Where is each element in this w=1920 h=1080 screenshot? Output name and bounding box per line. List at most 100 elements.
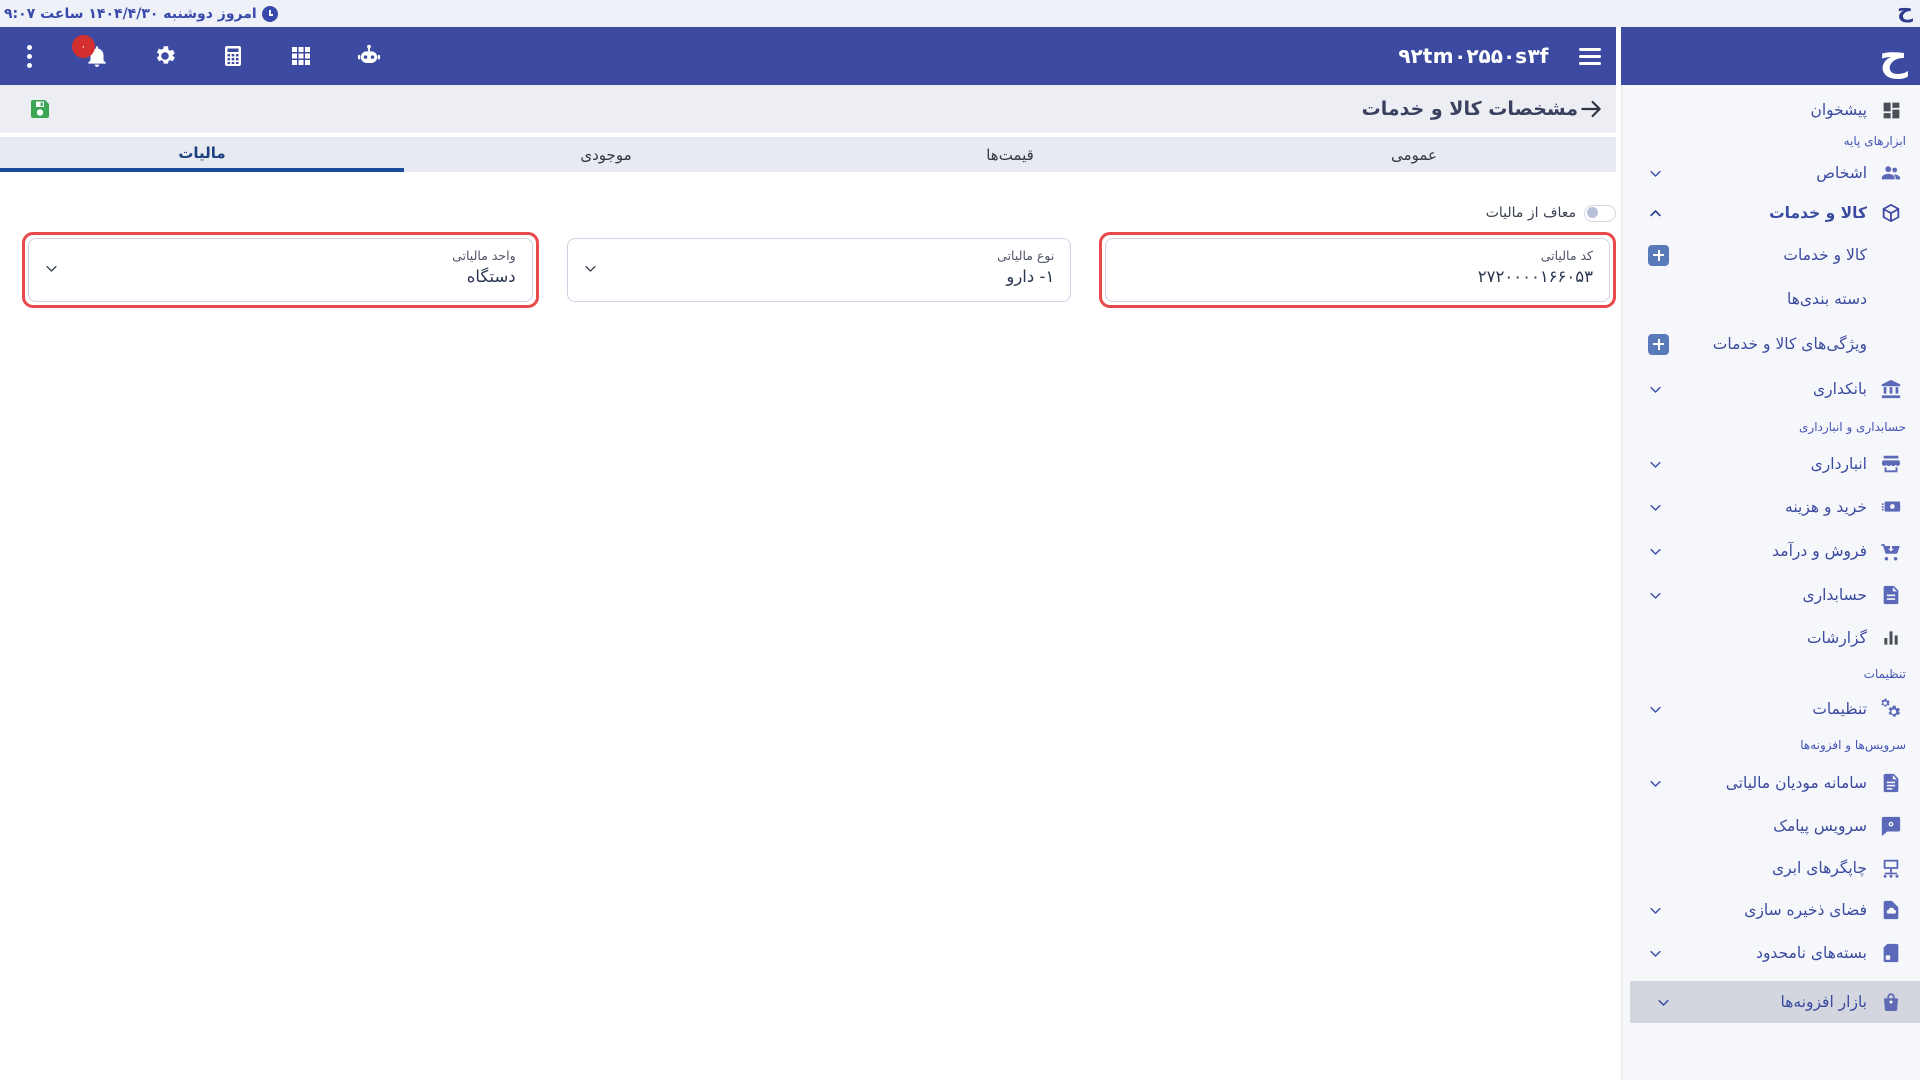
tax-type-label: نوع مالیاتی xyxy=(612,248,1055,263)
tax-type-value: ۱- دارو xyxy=(612,267,1055,286)
chevron-down-icon[interactable] xyxy=(1648,457,1663,472)
chevron-down-icon[interactable] xyxy=(1648,166,1663,181)
sidebar-subitem-goods-services[interactable]: کالا و خدمات xyxy=(1622,233,1920,277)
sidebar-item-tax-payer-system[interactable]: سامانه مودیان مالیاتی xyxy=(1622,761,1920,805)
today-datetime: امروز دوشنبه ۱۴۰۴/۴/۳۰ ساعت ۹:۰۷ xyxy=(4,0,278,27)
sidebar-item-sales-income[interactable]: فروش و درآمد xyxy=(1622,529,1920,573)
sidebar-subitem-goods-attributes[interactable]: ویژگی‌های کالا و خدمات xyxy=(1622,321,1920,367)
tax-unit-label: واحد مالیاتی xyxy=(73,248,516,263)
sidebar-section-settings: تنظیمات xyxy=(1622,659,1920,689)
add-attribute-button[interactable] xyxy=(1648,334,1669,355)
main-area: مشخصات کالا و خدمات عمومی قیمت‌ها موجودی… xyxy=(0,85,1616,1080)
bar-chart-icon xyxy=(1880,627,1902,649)
tab-inventory[interactable]: موجودی xyxy=(404,137,808,172)
hamburger-menu-icon[interactable] xyxy=(1579,48,1601,65)
sidebar-item-sms-service[interactable]: سرویس پیامک xyxy=(1622,805,1920,847)
chevron-down-icon xyxy=(44,261,59,280)
save-button[interactable] xyxy=(28,97,52,121)
sidebar-item-dashboard[interactable]: پیشخوان xyxy=(1622,91,1920,129)
page-title: مشخصات کالا و خدمات xyxy=(1362,98,1578,120)
chevron-down-icon[interactable] xyxy=(1648,588,1663,603)
tax-unit-value: دستگاه xyxy=(73,267,516,286)
clock-icon xyxy=(262,6,278,22)
notification-badge: ۰ xyxy=(72,35,95,58)
tax-type-select[interactable]: نوع مالیاتی ۱- دارو xyxy=(567,238,1072,302)
app-bar: ۹۲tm۰۲۵۵۰s۳f ۰ xyxy=(0,27,1920,85)
sidebar-item-storage-space[interactable]: فضای ذخیره سازی xyxy=(1622,889,1920,931)
bank-icon xyxy=(1880,378,1902,400)
brand-logo-small: ح xyxy=(1897,0,1913,23)
tax-code-value: ۲۷۲۰۰۰۰۱۶۶۰۵۳ xyxy=(1122,267,1593,286)
sidebar-item-goods-services[interactable]: کالا و خدمات xyxy=(1622,193,1920,233)
calculator-icon[interactable] xyxy=(218,39,248,73)
chevron-down-icon[interactable] xyxy=(1648,702,1663,717)
today-datetime-text: امروز دوشنبه ۱۴۰۴/۴/۳۰ ساعت ۹:۰۷ xyxy=(4,6,257,22)
chevron-down-icon[interactable] xyxy=(1648,544,1663,559)
tab-general[interactable]: عمومی xyxy=(1212,137,1616,172)
apps-grid-icon[interactable] xyxy=(286,39,316,73)
chevron-down-icon[interactable] xyxy=(1648,946,1663,961)
app-bar-divider xyxy=(1616,27,1621,85)
chevron-down-icon[interactable] xyxy=(1656,995,1671,1010)
chevron-down-icon[interactable] xyxy=(1648,500,1663,515)
tax-exempt-toggle[interactable] xyxy=(1584,205,1616,222)
sidebar-item-unlimited-packages[interactable]: بسته‌های نامحدود xyxy=(1622,931,1920,975)
tax-fields-row: کد مالیاتی ۲۷۲۰۰۰۰۱۶۶۰۵۳ نوع مالیاتی ۱- … xyxy=(22,232,1616,308)
highlight-ring-tax-code: کد مالیاتی ۲۷۲۰۰۰۰۱۶۶۰۵۳ xyxy=(1099,232,1616,308)
add-goods-button[interactable] xyxy=(1648,245,1669,266)
tax-code-label: کد مالیاتی xyxy=(1122,248,1593,263)
package-icon xyxy=(1880,942,1902,964)
cash-icon xyxy=(1880,496,1902,518)
device-id-text: ۹۲tm۰۲۵۵۰s۳f xyxy=(1398,44,1549,68)
sidebar: پیشخوان ابزارهای پایه اشخاص کالا و خدمات… xyxy=(1621,85,1920,1080)
top-status-strip: امروز دوشنبه ۱۴۰۴/۴/۳۰ ساعت ۹:۰۷ ح xyxy=(0,0,1920,27)
store-icon xyxy=(1880,453,1902,475)
sidebar-item-reports[interactable]: گزارشات xyxy=(1622,617,1920,659)
notifications-bell-icon[interactable]: ۰ xyxy=(82,39,112,73)
sidebar-item-banking[interactable]: بانکداری xyxy=(1622,367,1920,411)
chevron-down-icon[interactable] xyxy=(1648,382,1663,397)
settings-gear-icon[interactable] xyxy=(150,39,180,73)
kebab-menu-icon[interactable] xyxy=(14,39,44,73)
sidebar-item-addons-market[interactable]: بازار افزونه‌ها xyxy=(1630,981,1920,1023)
people-icon xyxy=(1880,162,1902,184)
tax-exempt-row: معاف از مالیات xyxy=(31,202,1616,224)
dashboard-icon xyxy=(1880,99,1902,121)
sms-icon xyxy=(1880,815,1902,837)
sidebar-section-accounting-inventory: حسابداری و انبارداری xyxy=(1622,411,1920,443)
page-header: مشخصات کالا و خدمات xyxy=(0,85,1616,133)
sidebar-section-basic-tools: ابزارهای پایه xyxy=(1622,129,1920,153)
sidebar-item-accounting[interactable]: حسابداری xyxy=(1622,573,1920,617)
app-bar-icons: ۰ xyxy=(14,27,384,85)
cloud-printer-icon xyxy=(1880,857,1902,879)
tax-tab-content: معاف از مالیات کد مالیاتی ۲۷۲۰۰۰۰۱۶۶۰۵۳ … xyxy=(0,172,1616,308)
chevron-up-icon[interactable] xyxy=(1648,206,1663,221)
tax-code-input[interactable]: کد مالیاتی ۲۷۲۰۰۰۰۱۶۶۰۵۳ xyxy=(1105,238,1610,302)
support-bot-icon[interactable] xyxy=(354,39,384,73)
cart-icon xyxy=(1880,540,1902,562)
back-arrow-icon[interactable] xyxy=(1578,96,1604,122)
chevron-down-icon[interactable] xyxy=(1648,903,1663,918)
tax-type-wrap: نوع مالیاتی ۱- دارو xyxy=(561,232,1078,308)
cube-icon xyxy=(1880,202,1902,224)
sidebar-item-persons[interactable]: اشخاص xyxy=(1622,153,1920,193)
storage-file-icon xyxy=(1880,899,1902,921)
tab-tax[interactable]: مالیات xyxy=(0,137,404,172)
chevron-down-icon xyxy=(583,261,598,280)
highlight-ring-tax-unit: واحد مالیاتی دستگاه xyxy=(22,232,539,308)
chevron-down-icon[interactable] xyxy=(1648,776,1663,791)
tab-prices[interactable]: قیمت‌ها xyxy=(808,137,1212,172)
sidebar-item-purchases-expenses[interactable]: خرید و هزینه xyxy=(1622,485,1920,529)
sidebar-item-cloud-printers[interactable]: چاپگرهای ابری xyxy=(1622,847,1920,889)
brand-logo: ح xyxy=(1879,27,1908,85)
tab-bar: عمومی قیمت‌ها موجودی مالیات xyxy=(0,137,1616,172)
sidebar-item-settings[interactable]: تنظیمات xyxy=(1622,689,1920,729)
tax-unit-select[interactable]: واحد مالیاتی دستگاه xyxy=(28,238,533,302)
document-icon xyxy=(1880,772,1902,794)
shopping-bag-icon xyxy=(1880,991,1902,1013)
sidebar-subitem-categories[interactable]: دسته بندی‌ها xyxy=(1622,277,1920,321)
tax-exempt-label: معاف از مالیات xyxy=(1486,205,1576,221)
gears-icon xyxy=(1880,698,1902,720)
ledger-icon xyxy=(1880,584,1902,606)
sidebar-item-warehousing[interactable]: انبارداری xyxy=(1622,443,1920,485)
